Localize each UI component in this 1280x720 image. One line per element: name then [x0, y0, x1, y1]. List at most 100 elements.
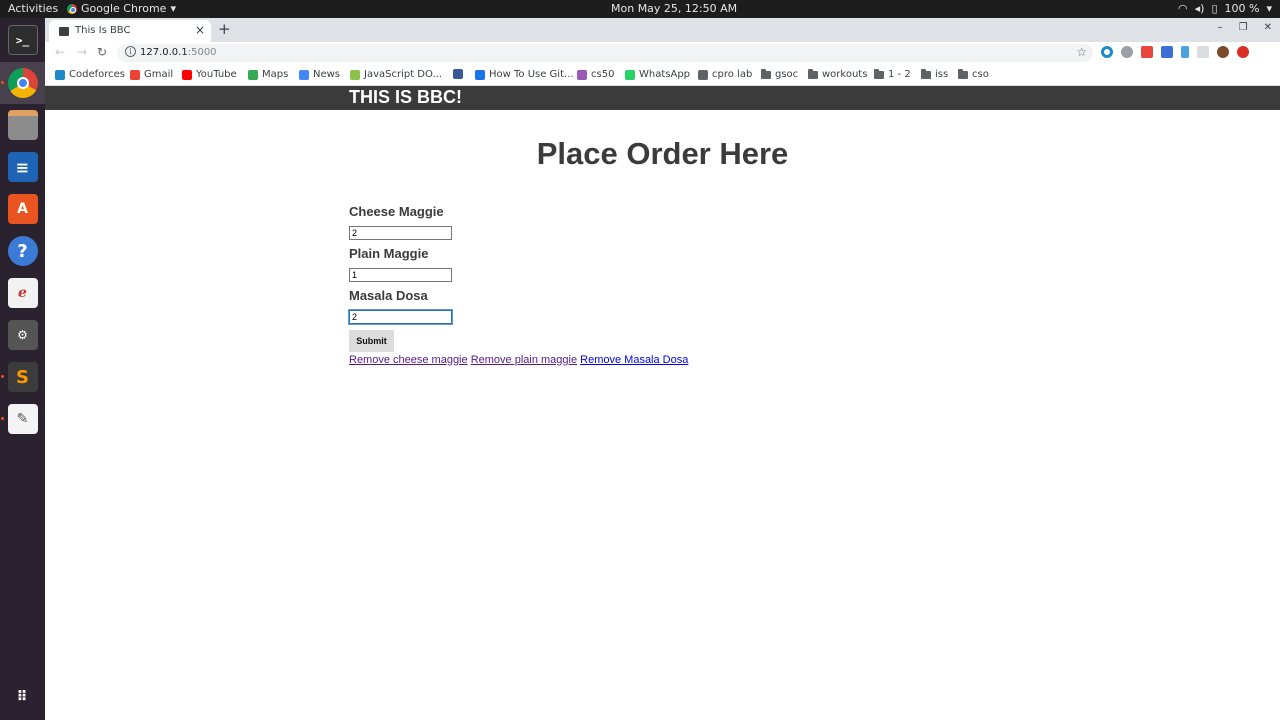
- folder-icon: [761, 68, 771, 79]
- bookmark-favicon-icon: [130, 69, 140, 80]
- dock-text-editor[interactable]: ✎: [0, 398, 45, 440]
- bookmark-item[interactable]: Maps: [248, 69, 288, 80]
- system-tray[interactable]: ◠ ◂) ▯ 100 % ▾: [1178, 2, 1272, 15]
- bookmark-item[interactable]: Gmail: [130, 69, 173, 80]
- files-icon: [7, 110, 38, 140]
- extension-icon[interactable]: [1197, 46, 1209, 58]
- remove-cheese-maggie-link[interactable]: Remove cheese maggie: [349, 354, 468, 366]
- app-menu[interactable]: Google Chrome ▾: [67, 2, 176, 15]
- tab-title: This Is BBC: [75, 25, 131, 36]
- bookmark-item[interactable]: How To Use Git...: [475, 69, 574, 80]
- bookmark-item[interactable]: cs50: [577, 69, 614, 80]
- bookmark-favicon-icon: [698, 69, 708, 80]
- system-top-bar: Activities Google Chrome ▾ Mon May 25, 1…: [0, 0, 1280, 18]
- plain-maggie-input[interactable]: [349, 268, 452, 282]
- order-form: Cheese Maggie Plain Maggie Masala Dosa S…: [348, 204, 688, 366]
- bookmark-item[interactable]: JavaScript DO...: [350, 69, 442, 80]
- tab-this-is-bbc[interactable]: This Is BBC ×: [49, 20, 211, 42]
- close-window-icon[interactable]: ✕: [1264, 22, 1272, 33]
- back-icon[interactable]: ←: [55, 45, 65, 59]
- remove-links: Remove cheese maggie Remove plain maggie…: [349, 354, 688, 366]
- folder-icon: [808, 68, 818, 79]
- activities-button[interactable]: Activities: [8, 2, 58, 15]
- bookmark-item[interactable]: cpro lab: [698, 69, 752, 80]
- chevron-down-icon: ▾: [170, 2, 176, 15]
- bookmark-item[interactable]: News: [299, 69, 340, 80]
- clock[interactable]: Mon May 25, 12:50 AM: [611, 2, 737, 15]
- bookmark-folder[interactable]: gsoc: [761, 68, 798, 80]
- dock-files[interactable]: [0, 104, 45, 146]
- avatar[interactable]: [1217, 46, 1229, 58]
- bookmark-item[interactable]: WhatsApp: [625, 69, 690, 80]
- folder-icon: [874, 68, 884, 79]
- chrome-icon: [67, 3, 77, 14]
- new-tab-button[interactable]: +: [218, 20, 231, 38]
- menu-icon[interactable]: [1237, 46, 1249, 58]
- field-label-cheese-maggie: Cheese Maggie: [349, 204, 444, 219]
- dock-help[interactable]: ?: [0, 230, 45, 272]
- extension-bar: [1101, 46, 1249, 58]
- text-editor-icon: ✎: [7, 404, 38, 434]
- bookmark-folder[interactable]: cso: [958, 68, 989, 80]
- bookmarks-bar: Codeforces Gmail YouTube Maps News JavaS…: [45, 64, 1280, 86]
- forward-icon[interactable]: →: [77, 45, 87, 59]
- site-brand: THIS IS BBC!: [349, 87, 463, 107]
- page-icon: [59, 27, 69, 36]
- remove-plain-maggie-link[interactable]: Remove plain maggie: [471, 354, 577, 366]
- page-title: Place Order Here: [536, 136, 789, 171]
- remove-masala-dosa-link[interactable]: Remove Masala Dosa: [580, 354, 688, 366]
- dock-terminal[interactable]: >_: [0, 19, 45, 61]
- bookmark-star-icon[interactable]: ☆: [1076, 45, 1087, 59]
- bookmark-item[interactable]: [453, 69, 467, 79]
- extension-icon[interactable]: [1101, 46, 1113, 58]
- folder-icon: [958, 68, 968, 79]
- dock-software[interactable]: A: [0, 188, 45, 230]
- writer-icon: ≡: [7, 152, 38, 182]
- bookmark-item[interactable]: Codeforces: [55, 69, 125, 80]
- bookmark-favicon-icon: [625, 69, 635, 80]
- software-icon: A: [7, 194, 38, 224]
- dock-writer[interactable]: ≡: [0, 146, 45, 188]
- dock-chrome[interactable]: [0, 62, 45, 104]
- app-grid-icon: ⠿: [16, 689, 29, 705]
- battery-level: 100 %: [1224, 2, 1260, 15]
- dock: >_ ≡ A ? e ⚙ S ✎ ⠿: [0, 18, 45, 720]
- minimize-icon[interactable]: –: [1218, 22, 1223, 33]
- cheese-maggie-input[interactable]: [349, 226, 452, 240]
- bookmark-folder[interactable]: iss: [921, 68, 948, 80]
- bookmark-favicon-icon: [248, 69, 258, 80]
- bookmark-favicon-icon: [577, 69, 587, 80]
- dock-show-apps[interactable]: ⠿: [0, 676, 45, 718]
- extension-icon[interactable]: [1161, 46, 1173, 58]
- extension-icon[interactable]: [1141, 46, 1153, 58]
- reload-icon[interactable]: ↻: [97, 45, 107, 59]
- battery-icon: ▯: [1211, 2, 1218, 15]
- bookmark-folder[interactable]: workouts: [808, 68, 867, 80]
- extension-icon[interactable]: [1121, 46, 1133, 58]
- document-viewer-icon: e: [7, 278, 38, 308]
- bookmark-folder[interactable]: 1 - 2: [874, 68, 911, 80]
- submit-button[interactable]: Submit: [349, 330, 394, 352]
- wifi-icon: ◠: [1178, 2, 1188, 15]
- bookmark-favicon-icon: [55, 69, 65, 80]
- volume-icon: ◂): [1194, 2, 1205, 15]
- running-indicator: [1, 375, 4, 378]
- dock-evince[interactable]: e: [0, 272, 45, 314]
- app-menu-label: Google Chrome: [81, 2, 167, 15]
- running-indicator: [1, 417, 4, 420]
- masala-dosa-input[interactable]: [348, 309, 453, 325]
- site-header: THIS IS BBC!: [45, 86, 1280, 110]
- help-icon: ?: [7, 236, 38, 266]
- dock-sublime[interactable]: S: [0, 356, 45, 398]
- bookmark-favicon-icon: [475, 69, 485, 80]
- url-text: 127.0.0.1:5000: [140, 47, 217, 58]
- restore-icon[interactable]: ❐: [1239, 22, 1248, 33]
- bookmark-item[interactable]: YouTube: [182, 69, 237, 80]
- extension-icon[interactable]: [1181, 46, 1189, 58]
- browser-toolbar: ← → ↻ i 127.0.0.1:5000 ☆: [45, 42, 1280, 64]
- address-bar[interactable]: i 127.0.0.1:5000 ☆: [117, 44, 1093, 62]
- close-icon[interactable]: ×: [195, 23, 205, 37]
- chrome-icon: [7, 68, 38, 98]
- info-icon[interactable]: i: [125, 46, 136, 57]
- dock-settings[interactable]: ⚙: [0, 314, 45, 356]
